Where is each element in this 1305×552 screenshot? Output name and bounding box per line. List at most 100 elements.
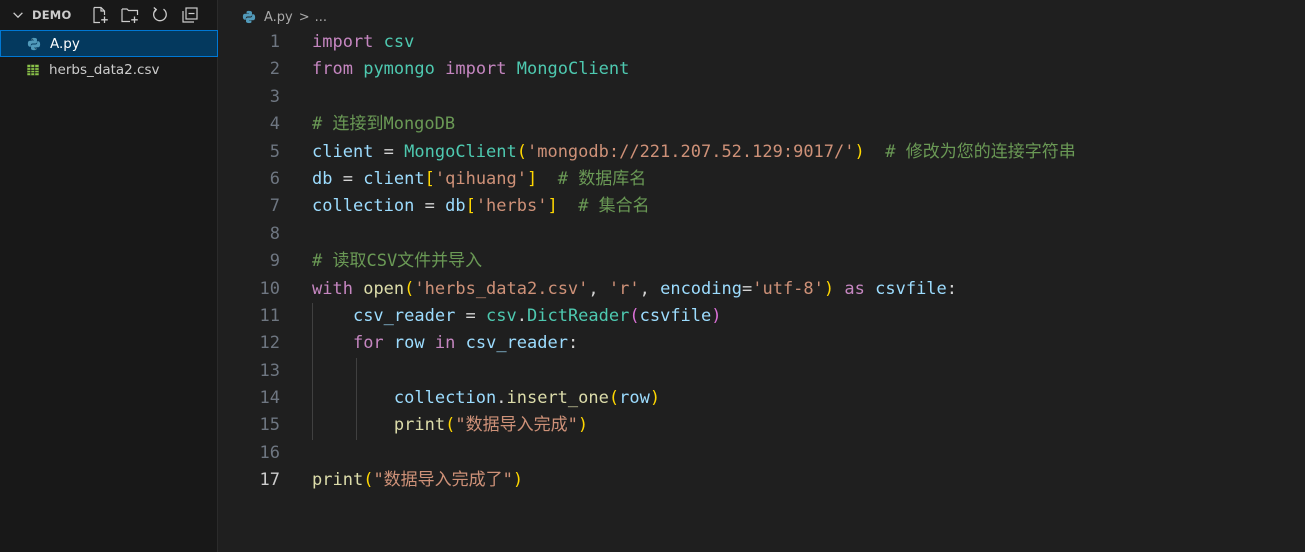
code-line[interactable]: 8: [218, 221, 1305, 248]
line-source: with open('herbs_data2.csv', 'r', encodi…: [312, 276, 957, 303]
line-source: collection = db['herbs'] # 集合名: [312, 193, 650, 220]
line-source: # 连接到MongoDB: [312, 111, 455, 138]
code-line[interactable]: 16: [218, 440, 1305, 467]
line-number: 3: [269, 86, 280, 107]
line-number: 8: [269, 223, 280, 244]
line-source: collection.insert_one(row): [312, 385, 660, 412]
code-token: row: [393, 333, 425, 354]
code-token: csvfile: [639, 305, 712, 326]
chevron-down-icon[interactable]: [11, 8, 25, 22]
code-token: DictReader: [527, 305, 630, 326]
line-source: for row in csv_reader:: [312, 330, 578, 357]
explorer-file-herbs-data2-csv[interactable]: herbs_data2.csv: [0, 57, 218, 84]
code-line[interactable]: 14 collection.insert_one(row): [218, 385, 1305, 412]
vscode-window: DEMO A.py herbs_data2.csv A.py > ... 1 i…: [0, 0, 1305, 552]
code-token: (: [629, 305, 640, 326]
line-number: 5: [269, 141, 280, 162]
breadcrumb-symbols[interactable]: ...: [315, 10, 327, 25]
file-label: A.py: [50, 36, 80, 52]
code-line[interactable]: 2 from pymongo import MongoClient: [218, 56, 1305, 83]
code-token: # 修改为您的连接字符串: [885, 141, 1076, 162]
code-token: ,: [639, 278, 661, 299]
line-source: db = client['qihuang'] # 数据库名: [312, 166, 646, 193]
explorer-file-a-py[interactable]: A.py: [0, 30, 218, 57]
code-token: .: [516, 305, 527, 326]
code-editor[interactable]: A.py > ... 1 import csv 2 from pymongo impo…: [218, 0, 1305, 552]
code-line[interactable]: 9 # 读取CSV文件并导入: [218, 248, 1305, 275]
code-line[interactable]: 4 # 连接到MongoDB: [218, 111, 1305, 138]
code-token: 'qihuang': [434, 168, 527, 189]
code-token: # 连接到MongoDB: [312, 114, 456, 135]
code-line[interactable]: 12 for row in csv_reader:: [218, 330, 1305, 357]
line-source: import csv: [312, 29, 414, 56]
line-number: 12: [259, 333, 280, 354]
code-line[interactable]: 6 db = client['qihuang'] # 数据库名: [218, 166, 1305, 193]
collapse-all-icon: [182, 7, 198, 23]
line-number: 2: [269, 59, 280, 80]
code-token: "数据导入完成": [455, 415, 578, 436]
code-token: 'mongodb://221.207.52.129:9017/': [526, 141, 855, 162]
code-token: =: [455, 305, 487, 326]
breadcrumb-file[interactable]: A.py: [264, 10, 293, 25]
code-token: encoding: [660, 278, 742, 299]
line-source: from pymongo import MongoClient: [312, 56, 629, 83]
line-source: csv_reader = csv.DictReader(csvfile): [312, 303, 722, 330]
code-token: (: [445, 415, 456, 436]
code-token: import: [312, 32, 374, 52]
code-token: 'herbs': [475, 196, 548, 217]
code-token: insert_one: [506, 388, 609, 409]
csv-file-icon: [27, 64, 39, 76]
code-token: "数据导入完成了": [373, 470, 513, 491]
refresh-button[interactable]: [150, 5, 170, 25]
code-token: csv_reader: [352, 305, 456, 326]
code-token: csv_reader: [465, 333, 568, 354]
line-number: 4: [269, 114, 280, 135]
code-line[interactable]: 15 print("数据导入完成"): [218, 412, 1305, 439]
code-token: ): [649, 388, 661, 409]
code-line[interactable]: 10 with open('herbs_data2.csv', 'r', enco…: [218, 276, 1305, 303]
code-token: csv: [486, 305, 517, 326]
folder-title[interactable]: DEMO: [32, 8, 71, 22]
code-area[interactable]: 1 import csv 2 from pymongo import MongoCli…: [218, 29, 1305, 495]
code-token: csvfile: [875, 278, 947, 299]
code-line[interactable]: 11 csv_reader = csv.DictReader(csvfile): [218, 303, 1305, 330]
code-line[interactable]: 13: [218, 358, 1305, 385]
code-token: ): [854, 141, 865, 162]
line-number: 1: [269, 32, 280, 52]
new-folder-button[interactable]: [120, 5, 140, 25]
code-token: .: [496, 388, 507, 409]
code-token: (: [608, 388, 620, 409]
code-token: with: [312, 278, 353, 299]
code-token: =: [741, 278, 753, 299]
code-line[interactable]: 7 collection = db['herbs'] # 集合名: [218, 193, 1305, 220]
code-token: as: [844, 278, 865, 299]
python-file-icon: [242, 10, 256, 24]
new-file-button[interactable]: [90, 5, 110, 25]
code-token: pymongo: [363, 59, 435, 80]
line-number: 10: [259, 278, 280, 299]
code-line[interactable]: 17 print("数据导入完成了"): [218, 467, 1305, 494]
line-number: 11: [259, 305, 280, 326]
code-line[interactable]: 1 import csv: [218, 29, 1305, 56]
collapse-folders-button[interactable]: [180, 5, 200, 25]
explorer-sidebar: DEMO A.py herbs_data2.csv: [0, 0, 218, 552]
code-token: import: [445, 59, 507, 80]
explorer-header[interactable]: DEMO: [0, 0, 218, 30]
code-token: # 读取CSV文件并导入: [312, 251, 483, 272]
code-token: =: [373, 141, 405, 162]
breadcrumb[interactable]: A.py > ...: [242, 7, 327, 27]
new-folder-icon: [121, 8, 139, 23]
line-number: 16: [259, 442, 280, 463]
code-line[interactable]: 5 client = MongoClient('mongodb://221.207…: [218, 139, 1305, 166]
code-token: 'herbs_data2.csv': [414, 278, 589, 299]
code-line[interactable]: 3: [218, 84, 1305, 111]
code-token: csv: [383, 32, 415, 52]
line-number: 15: [259, 415, 280, 436]
code-token: for: [352, 333, 384, 354]
